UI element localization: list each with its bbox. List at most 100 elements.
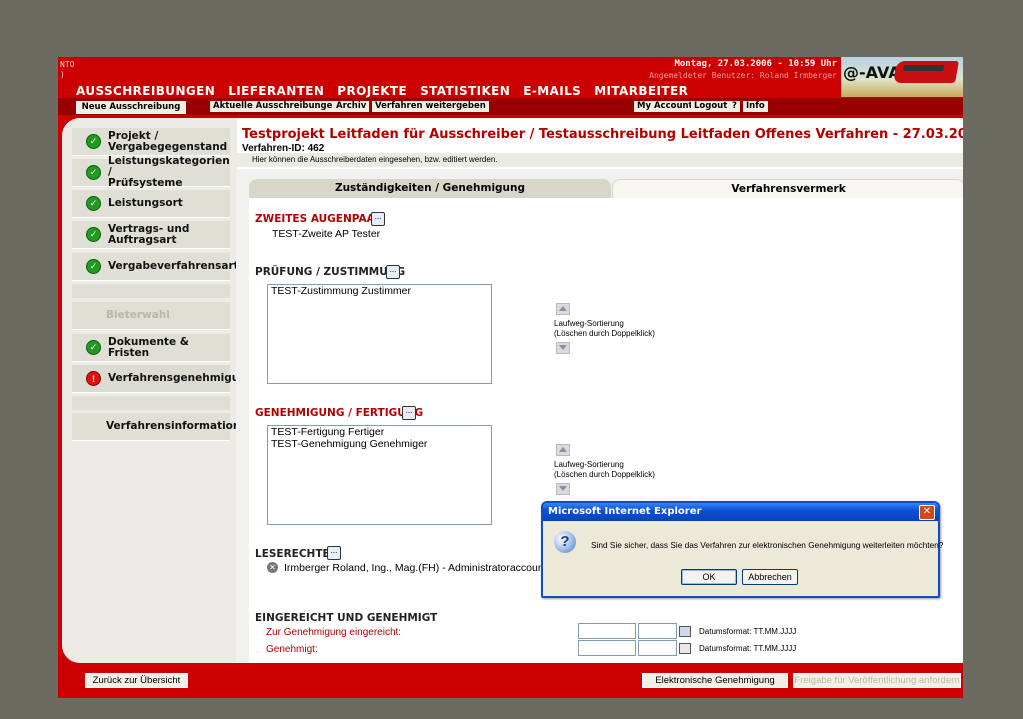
nav-mitarbeiter[interactable]: MITARBEITER xyxy=(594,84,688,98)
train-image xyxy=(893,61,959,83)
archive-link[interactable]: Archiv xyxy=(333,101,370,112)
sidebar-item-bieterwahl: Bieterwahl xyxy=(72,302,230,330)
header-left-line-1: NTO xyxy=(60,60,75,69)
second-pair-title: ZWEITES AUGENPAAR xyxy=(255,213,383,225)
new-tender-link[interactable]: Neue Ausschreibung xyxy=(76,101,186,114)
move-up-button[interactable] xyxy=(556,303,570,315)
check-circle-icon: ✓ xyxy=(86,196,101,211)
sidebar-item-verfahrensgenehmigung[interactable]: ! Verfahrensgenehmigung xyxy=(72,365,254,393)
header-left-text: NTO ) xyxy=(60,60,74,80)
calendar-icon[interactable] xyxy=(679,643,691,654)
tab-verfahrensvermerk[interactable]: Verfahrensvermerk xyxy=(612,179,963,199)
my-account-link[interactable]: My Account xyxy=(634,101,696,112)
list-item[interactable]: TEST-Fertigung Fertiger xyxy=(268,426,491,438)
sidebar-item-vergabeverfahrensart[interactable]: ✓ Vergabeverfahrensart xyxy=(72,253,239,281)
list-item[interactable]: TEST-Zustimmung Zustimmer xyxy=(268,285,491,297)
submitted-time-input[interactable] xyxy=(638,623,677,639)
ava-logo: @-AVA xyxy=(841,57,963,97)
forward-procedure-link[interactable]: Verfahren weitergeben xyxy=(372,101,489,112)
main-nav: AUSSCHREIBUNGEN LIEFERANTEN PROJEKTE STA… xyxy=(76,84,688,98)
calendar-icon[interactable] xyxy=(679,626,691,637)
info-link[interactable]: Info xyxy=(743,101,768,112)
sidebar-spacer xyxy=(72,396,230,410)
approval-title: GENEHMIGUNG / FERTIGUNG xyxy=(255,407,424,419)
nav-ausschreibungen[interactable]: AUSSCHREIBUNGEN xyxy=(76,84,215,98)
read-rights-title: LESERECHTE xyxy=(255,548,330,560)
info-line: Hier können die Ausschreiberdaten einges… xyxy=(236,153,963,167)
confirm-dialog: Microsoft Internet Explorer ✕ ? Sind Sie… xyxy=(541,501,944,598)
page-title: Testprojekt Leitfaden für Ausschreiber /… xyxy=(242,127,963,142)
submitted-date-input[interactable] xyxy=(578,623,636,639)
approved-label: Genehmigt: xyxy=(266,644,318,655)
list-item[interactable]: TEST-Genehmigung Genehmiger xyxy=(268,438,491,450)
header-date: Montag, 27.03.2006 - 10:59 Uhr xyxy=(674,59,837,69)
review-listbox[interactable]: TEST-Zustimmung Zustimmer xyxy=(267,284,492,384)
sidebar-item-label: Leistungskategorien / Prüfsysteme xyxy=(108,155,230,189)
info-text: Hier können die Ausschreiberdaten einges… xyxy=(252,155,498,164)
close-icon[interactable]: ✕ xyxy=(919,505,935,520)
check-circle-icon: ✓ xyxy=(86,340,101,355)
check-circle-icon: ✓ xyxy=(86,227,101,242)
cancel-button[interactable]: Abbrechen xyxy=(742,569,798,585)
move-up-button[interactable] xyxy=(556,444,570,456)
submitted-label: Zur Genehmigung eingereicht: xyxy=(266,627,402,638)
logout-link[interactable]: Logout xyxy=(691,101,731,112)
sidebar-item-verfahrensinformation[interactable]: Verfahrensinformation xyxy=(72,413,240,441)
approval-edit-button[interactable]: ... xyxy=(402,406,416,420)
nav-emails[interactable]: E-MAILS xyxy=(523,84,581,98)
dialog-message: Sind Sie sicher, dass Sie das Verfahren … xyxy=(591,540,944,550)
sidebar-item-label: Vergabeverfahrensart xyxy=(108,260,239,272)
submitted-title: EINGEREICHT UND GENEHMIGT xyxy=(255,612,438,624)
sort-label: Laufweg-Sortierung (Löschen durch Doppelk… xyxy=(554,319,655,338)
sidebar-item-label: Verfahrensinformation xyxy=(106,420,241,432)
sidebar-item-label: Dokumente & Fristen xyxy=(108,335,189,359)
header-user: Angemeldeter Benutzer: Roland Irmberger xyxy=(649,71,837,80)
help-link[interactable]: ? xyxy=(729,101,740,112)
approved-time-input[interactable] xyxy=(638,640,677,656)
electronic-approval-button[interactable]: Elektronische Genehmigung xyxy=(642,673,788,688)
header-left-line-2: ) xyxy=(60,70,65,79)
move-down-button[interactable] xyxy=(556,483,570,495)
review-edit-button[interactable]: ... xyxy=(386,265,400,279)
nav-lieferanten[interactable]: LIEFERANTEN xyxy=(228,84,324,98)
exclamation-circle-icon: ! xyxy=(86,371,101,386)
read-rights-value: Irmberger Roland, Ing., Mag.(FH) - Admin… xyxy=(284,562,547,574)
read-rights-edit-button[interactable]: ... xyxy=(327,546,341,560)
sidebar-item-label: Verfahrensgenehmigung xyxy=(108,372,255,384)
move-down-button[interactable] xyxy=(556,342,570,354)
tab-zustaendigkeiten[interactable]: Zuständigkeiten / Genehmigung xyxy=(249,179,611,198)
x-circle-icon[interactable]: ✕ xyxy=(267,562,278,573)
request-release-button: Freigabe für Veröffentlichung anfordern xyxy=(793,673,961,688)
current-tenders-link[interactable]: Aktuelle Ausschreibungen xyxy=(210,101,342,112)
app-frame: NTO ) Montag, 27.03.2006 - 10:59 Uhr Ang… xyxy=(58,57,963,698)
sidebar-item-label: Vertrags- und Auftragsart xyxy=(108,222,190,246)
approved-date-input[interactable] xyxy=(578,640,636,656)
back-to-overview-button[interactable]: Zurück zur Übersicht xyxy=(85,673,188,688)
sub-nav: Neue Ausschreibung Aktuelle Ausschreibun… xyxy=(58,98,963,115)
check-circle-icon: ✓ xyxy=(86,134,101,149)
dialog-title-bar: Microsoft Internet Explorer ✕ xyxy=(543,503,938,521)
sort-label: Laufweg-Sortierung (Löschen durch Doppelk… xyxy=(554,460,655,479)
sidebar-item-vertragsart[interactable]: ✓ Vertrags- und Auftragsart xyxy=(72,221,230,249)
sidebar-item-leistungsort[interactable]: ✓ Leistungsort xyxy=(72,190,230,218)
check-circle-icon: ✓ xyxy=(86,259,101,274)
sidebar-item-label: Projekt / Vergabegegenstand xyxy=(108,129,228,153)
sidebar-item-label: Bieterwahl xyxy=(106,309,170,321)
question-icon: ? xyxy=(554,531,576,553)
nav-projekte[interactable]: PROJEKTE xyxy=(337,84,407,98)
sidebar-item-dokumente[interactable]: ✓ Dokumente & Fristen xyxy=(72,334,230,362)
sidebar-spacer xyxy=(72,284,230,298)
sidebar-item-leistungskategorien[interactable]: ✓ Leistungskategorien / Prüfsysteme xyxy=(72,155,230,189)
second-pair-value: TEST-Zweite AP Tester xyxy=(272,228,381,240)
date-format-hint: Datumsformat: TT.MM.JJJJ xyxy=(699,627,797,636)
logo-text: @-AVA xyxy=(843,63,901,82)
check-circle-icon: ✓ xyxy=(86,165,101,180)
approval-listbox[interactable]: TEST-Fertigung Fertiger TEST-Genehmigung… xyxy=(267,425,492,525)
ok-button[interactable]: OK xyxy=(681,569,737,585)
second-pair-edit-button[interactable]: ... xyxy=(371,212,385,226)
footer-bar: Zurück zur Übersicht Elektronische Geneh… xyxy=(58,663,963,698)
nav-statistiken[interactable]: STATISTIKEN xyxy=(420,84,510,98)
sidebar-item-projekt[interactable]: ✓ Projekt / Vergabegegenstand xyxy=(72,128,230,156)
date-format-hint: Datumsformat: TT.MM.JJJJ xyxy=(699,644,797,653)
header-bar: NTO ) Montag, 27.03.2006 - 10:59 Uhr Ang… xyxy=(58,57,963,98)
